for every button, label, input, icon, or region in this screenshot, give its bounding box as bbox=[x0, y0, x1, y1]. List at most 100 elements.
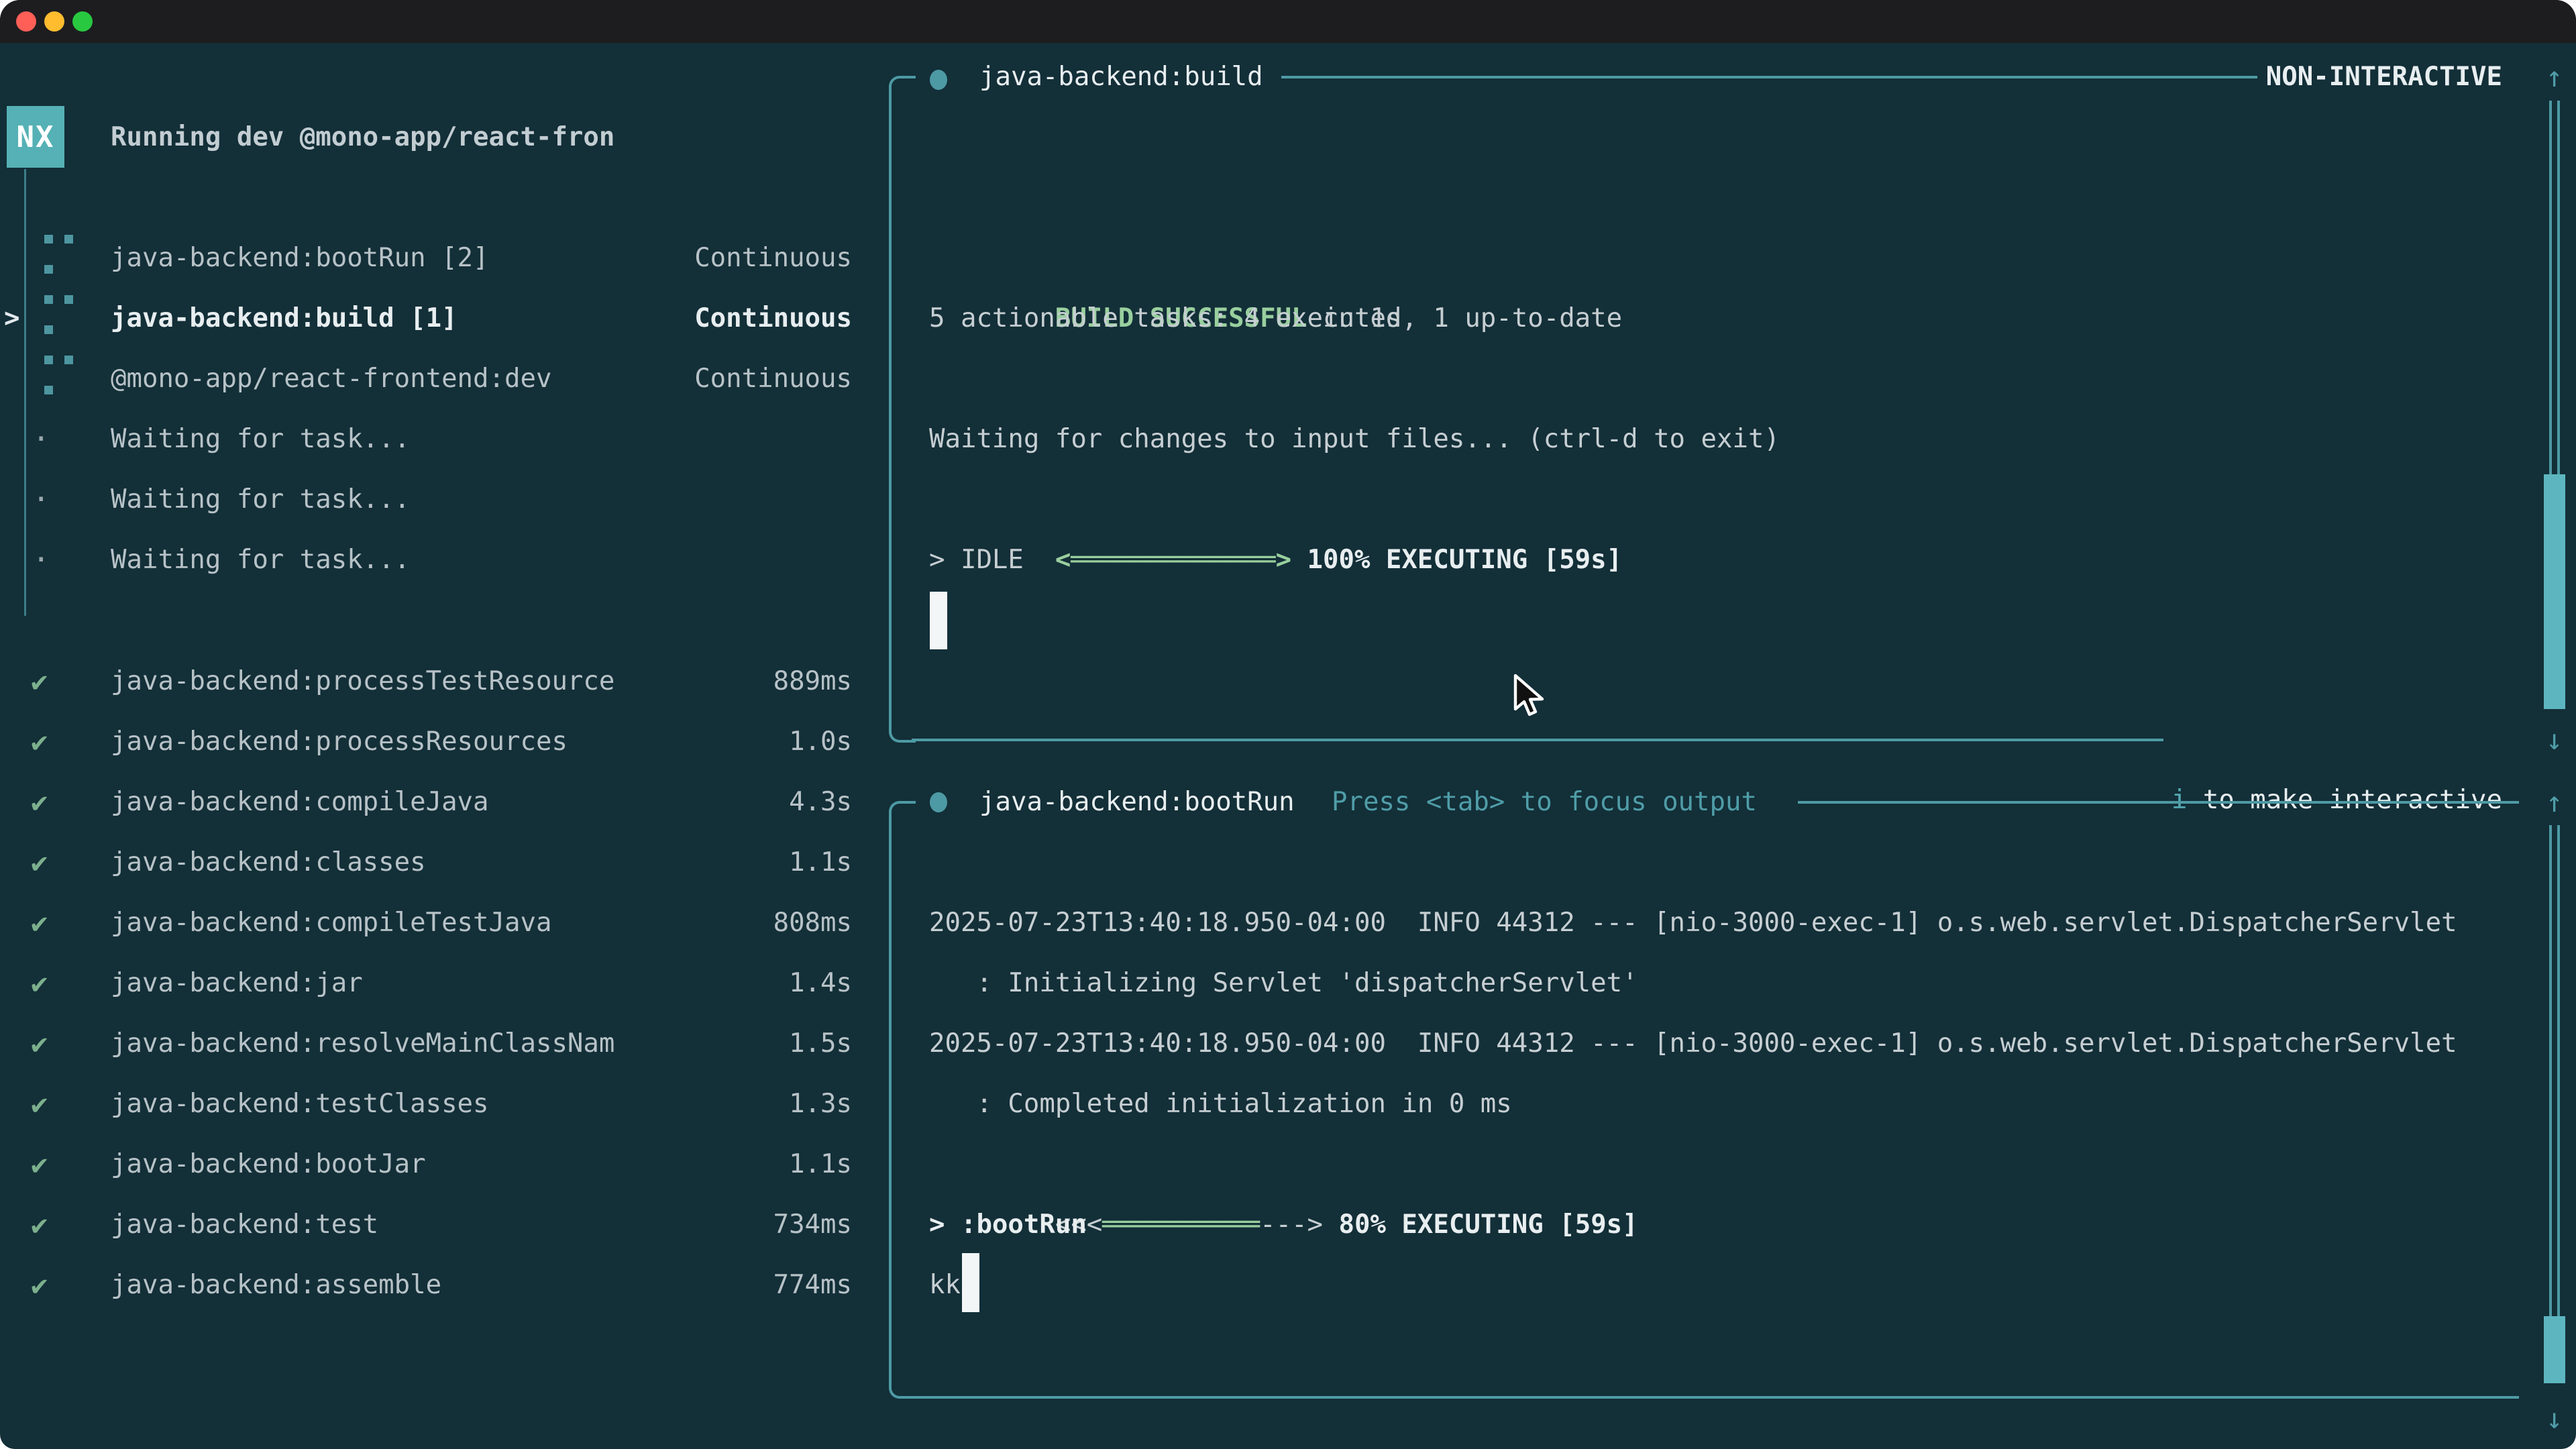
interactive-hint: i to make interactive bbox=[2045, 710, 2502, 770]
task-name: java-backend:build [1] bbox=[111, 288, 458, 349]
task-duration: 4.3s bbox=[789, 772, 852, 833]
task-row[interactable]: ✔ java-backend:compileJava 4.3s bbox=[0, 772, 892, 833]
check-icon: ✔ bbox=[31, 712, 48, 772]
task-duration: Continuous bbox=[694, 288, 852, 349]
task-duration: Continuous bbox=[694, 349, 852, 409]
check-icon: ✔ bbox=[31, 1255, 48, 1316]
build-pane-corner bbox=[889, 76, 916, 103]
build-progress-line: <═════════════> 100% EXECUTING [59s] bbox=[929, 470, 1622, 530]
nx-tui: NX Running dev @mono-app/react-fron Dura… bbox=[0, 43, 2576, 1449]
check-icon: ✔ bbox=[31, 1134, 48, 1195]
task-name: java-backend:compileJava bbox=[111, 772, 489, 833]
bootrun-pane-corner bbox=[889, 801, 916, 828]
progress-bar: ══════════ bbox=[1102, 1210, 1260, 1240]
task-row[interactable]: ✔java-backend:jar1.4s bbox=[0, 953, 892, 1014]
gradle-prompt-line: > :bootRun bbox=[929, 1195, 1087, 1255]
build-result-line: BUILD SUCCESSFUL in 1s bbox=[929, 228, 1401, 288]
task-duration: 1.5s bbox=[789, 1014, 852, 1074]
progress-bar: <═════════════> bbox=[1055, 545, 1291, 575]
log-output: 2025-07-23T13:40:18.950-04:00 INFO 44312… bbox=[929, 893, 2457, 1134]
task-row[interactable]: ✔ java-backend:processTestResource 889ms bbox=[0, 651, 892, 712]
pending-dot-icon: · bbox=[32, 470, 50, 530]
check-icon: ✔ bbox=[31, 772, 48, 833]
terminal-cursor bbox=[930, 592, 947, 649]
pagination: ←1/2→ bbox=[25, 1375, 254, 1435]
spinner-icon bbox=[44, 235, 74, 272]
progress-label: 100% EXECUTING [59s] bbox=[1291, 545, 1622, 575]
minimize-button[interactable] bbox=[44, 11, 64, 32]
task-row[interactable]: · Waiting for task... bbox=[0, 530, 892, 590]
bootrun-pane-corner bbox=[889, 1372, 916, 1399]
task-row[interactable]: ✔ java-backend:bootJar 1.1s bbox=[0, 1134, 892, 1195]
task-row[interactable]: ✔java-backend:test734ms bbox=[0, 1195, 892, 1255]
waiting-line: Waiting for changes to input files... (c… bbox=[929, 409, 1780, 470]
task-duration: 1.1s bbox=[789, 833, 852, 893]
task-row[interactable]: ✔ java-backend:processResources 1.0s bbox=[0, 712, 892, 772]
check-icon: ✔ bbox=[31, 1195, 48, 1255]
scroll-up-icon[interactable]: ↑ bbox=[2546, 772, 2563, 833]
task-name: java-backend:processTestResource bbox=[111, 651, 614, 712]
check-icon: ✔ bbox=[31, 651, 48, 712]
window-titlebar[interactable] bbox=[0, 0, 2576, 43]
task-duration: 1.1s bbox=[789, 1134, 852, 1195]
task-duration: 889ms bbox=[773, 651, 852, 712]
task-row[interactable]: java-backend:bootRun [2] Continuous bbox=[0, 228, 892, 288]
task-row[interactable]: · Waiting for task... bbox=[0, 409, 892, 470]
task-list-sidebar: NX Running dev @mono-app/react-fron Dura… bbox=[0, 43, 892, 1449]
zoom-button[interactable] bbox=[72, 11, 93, 32]
task-status-dot-icon bbox=[930, 792, 947, 812]
selected-arrow-icon: > bbox=[4, 288, 19, 349]
task-name: Waiting for task... bbox=[111, 530, 410, 590]
pending-dot-icon: · bbox=[32, 530, 50, 590]
check-icon: ✔ bbox=[31, 833, 48, 893]
task-duration: Continuous bbox=[694, 228, 852, 288]
log-line: : Initializing Servlet 'dispatcherServle… bbox=[929, 953, 2457, 1014]
terminal-cursor bbox=[962, 1253, 979, 1312]
typed-input[interactable]: kk bbox=[929, 1255, 961, 1316]
task-row[interactable]: ✔java-backend:testClasses1.3s bbox=[0, 1074, 892, 1134]
task-duration: 1.4s bbox=[789, 953, 852, 1014]
interactive-key: i bbox=[2171, 785, 2187, 815]
task-row[interactable]: > java-backend:build [1] Continuous bbox=[0, 288, 892, 349]
task-name: java-backend:resolveMainClassNam bbox=[111, 1014, 614, 1074]
task-name: java-backend:testClasses bbox=[111, 1074, 489, 1134]
scroll-up-icon[interactable]: ↑ bbox=[2546, 47, 2563, 107]
spinner-icon bbox=[44, 295, 74, 333]
task-row[interactable]: ✔java-backend:assemble774ms bbox=[0, 1255, 892, 1316]
non-interactive-badge: NON-INTERACTIVE bbox=[2266, 47, 2502, 107]
scroll-down-icon[interactable]: ↓ bbox=[2546, 710, 2563, 770]
spinner-icon bbox=[44, 356, 74, 393]
task-name: java-backend:test bbox=[111, 1195, 378, 1255]
task-row[interactable]: ✔java-backend:compileTestJava808ms bbox=[0, 893, 892, 953]
log-line: : Completed initialization in 0 ms bbox=[929, 1074, 2457, 1134]
nx-logo: NX bbox=[7, 106, 64, 168]
task-status-dot-icon bbox=[930, 70, 947, 90]
task-name: java-backend:processResources bbox=[111, 712, 568, 772]
build-pane-title: java-backend:build bbox=[979, 47, 1263, 107]
task-name: java-backend:compileTestJava bbox=[111, 893, 551, 953]
task-row[interactable]: @mono-app/react-frontend:dev Continuous bbox=[0, 349, 892, 409]
progress-label: 80% EXECUTING [59s] bbox=[1323, 1210, 1638, 1240]
pending-dot-icon: · bbox=[32, 409, 50, 470]
close-button[interactable] bbox=[16, 11, 36, 32]
task-name: Waiting for task... bbox=[111, 409, 410, 470]
task-row[interactable]: ✔java-backend:resolveMainClassNam1.5s bbox=[0, 1014, 892, 1074]
check-icon: ✔ bbox=[31, 953, 48, 1014]
task-name: java-backend:classes bbox=[111, 833, 426, 893]
scrollbar-track[interactable] bbox=[2549, 825, 2560, 1316]
task-duration: 1.0s bbox=[789, 712, 852, 772]
bootrun-pane-title: java-backend:bootRun bbox=[979, 772, 1295, 833]
task-name: java-backend:assemble bbox=[111, 1255, 441, 1316]
task-name: @mono-app/react-frontend:dev bbox=[111, 349, 551, 409]
log-line: 2025-07-23T13:40:18.950-04:00 INFO 44312… bbox=[929, 893, 2457, 953]
task-name: java-backend:bootRun [2] bbox=[111, 228, 489, 288]
scrollbar-track[interactable] bbox=[2549, 101, 2560, 474]
scrollbar-thumb[interactable] bbox=[2544, 1316, 2565, 1383]
task-row[interactable]: ✔ java-backend:classes 1.1s bbox=[0, 833, 892, 893]
task-row[interactable]: ·Waiting for task... bbox=[0, 470, 892, 530]
scroll-down-icon[interactable]: ↓ bbox=[2546, 1389, 2563, 1449]
bootrun-progress-line: <<<══════════---> 80% EXECUTING [59s] bbox=[929, 1134, 1638, 1195]
task-name: java-backend:bootJar bbox=[111, 1134, 426, 1195]
focus-output-hint: Press <tab> to focus output bbox=[1332, 772, 1757, 833]
scrollbar-thumb[interactable] bbox=[2544, 474, 2565, 709]
